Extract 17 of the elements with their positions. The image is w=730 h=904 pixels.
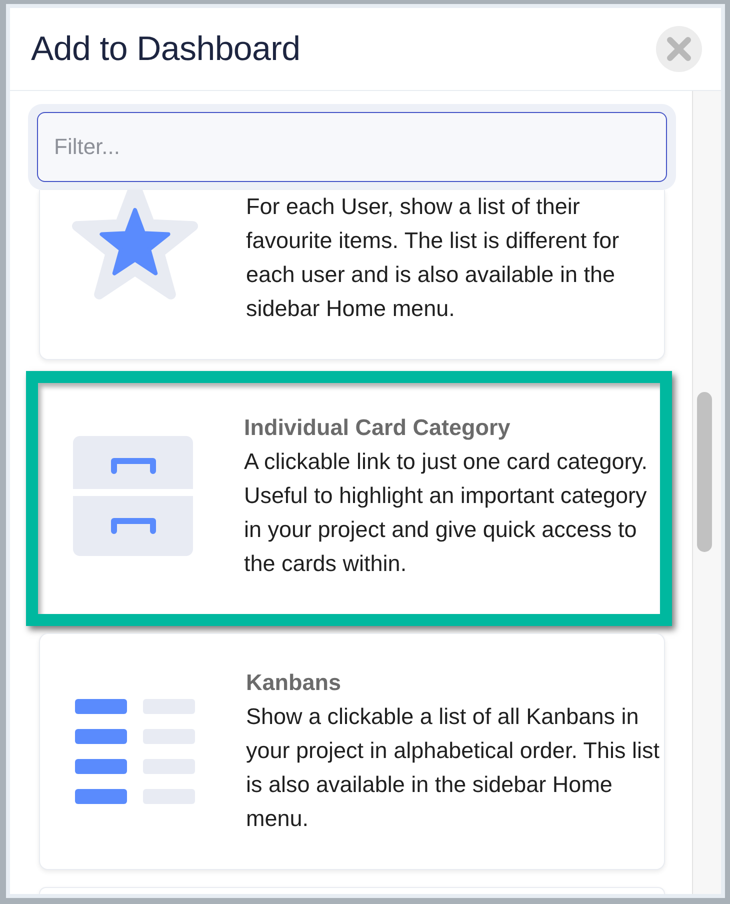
widget-card[interactable]: For each User, show a list of their favourite items. The list is different for each user and is also available in the sidebar Home menu. bbox=[39, 190, 665, 360]
close-icon bbox=[666, 36, 692, 62]
widget-card[interactable]: Individual Card Category A clickable link to just one card category. Useful to highlight an important category in your project and give quick access to the cards within. bbox=[26, 371, 672, 626]
card-title: Kanbans bbox=[246, 669, 342, 697]
filter-input[interactable]: Filter... bbox=[37, 112, 667, 182]
card-title: Individual Card Category bbox=[244, 414, 512, 442]
list-icon bbox=[75, 698, 195, 804]
card-description: Show a clickable a list of all Kanbans in your project in alphabetical order. This list is also available in the sidebar Home menu. bbox=[246, 703, 661, 833]
dialog-title: Add to Dashboard bbox=[31, 30, 300, 68]
card-description: For each User, show a list of their favourite items. The list is different for each user and is also available in the sidebar Home menu. bbox=[246, 193, 620, 323]
drawer-icon bbox=[73, 436, 193, 556]
card-description: A clickable link to just one card category. Useful to highlight an important category in your project and give quick access to the cards within. bbox=[244, 448, 649, 578]
widget-card[interactable] bbox=[39, 887, 665, 894]
scrollbar-track[interactable] bbox=[692, 91, 721, 894]
close-button[interactable] bbox=[656, 26, 702, 72]
widget-card[interactable]: Kanbans Show a clickable a list of all Kanbans in your project in alphabetical order. This list is also available in the sidebar Home menu. bbox=[39, 633, 665, 870]
scrollbar-thumb[interactable] bbox=[697, 392, 712, 552]
